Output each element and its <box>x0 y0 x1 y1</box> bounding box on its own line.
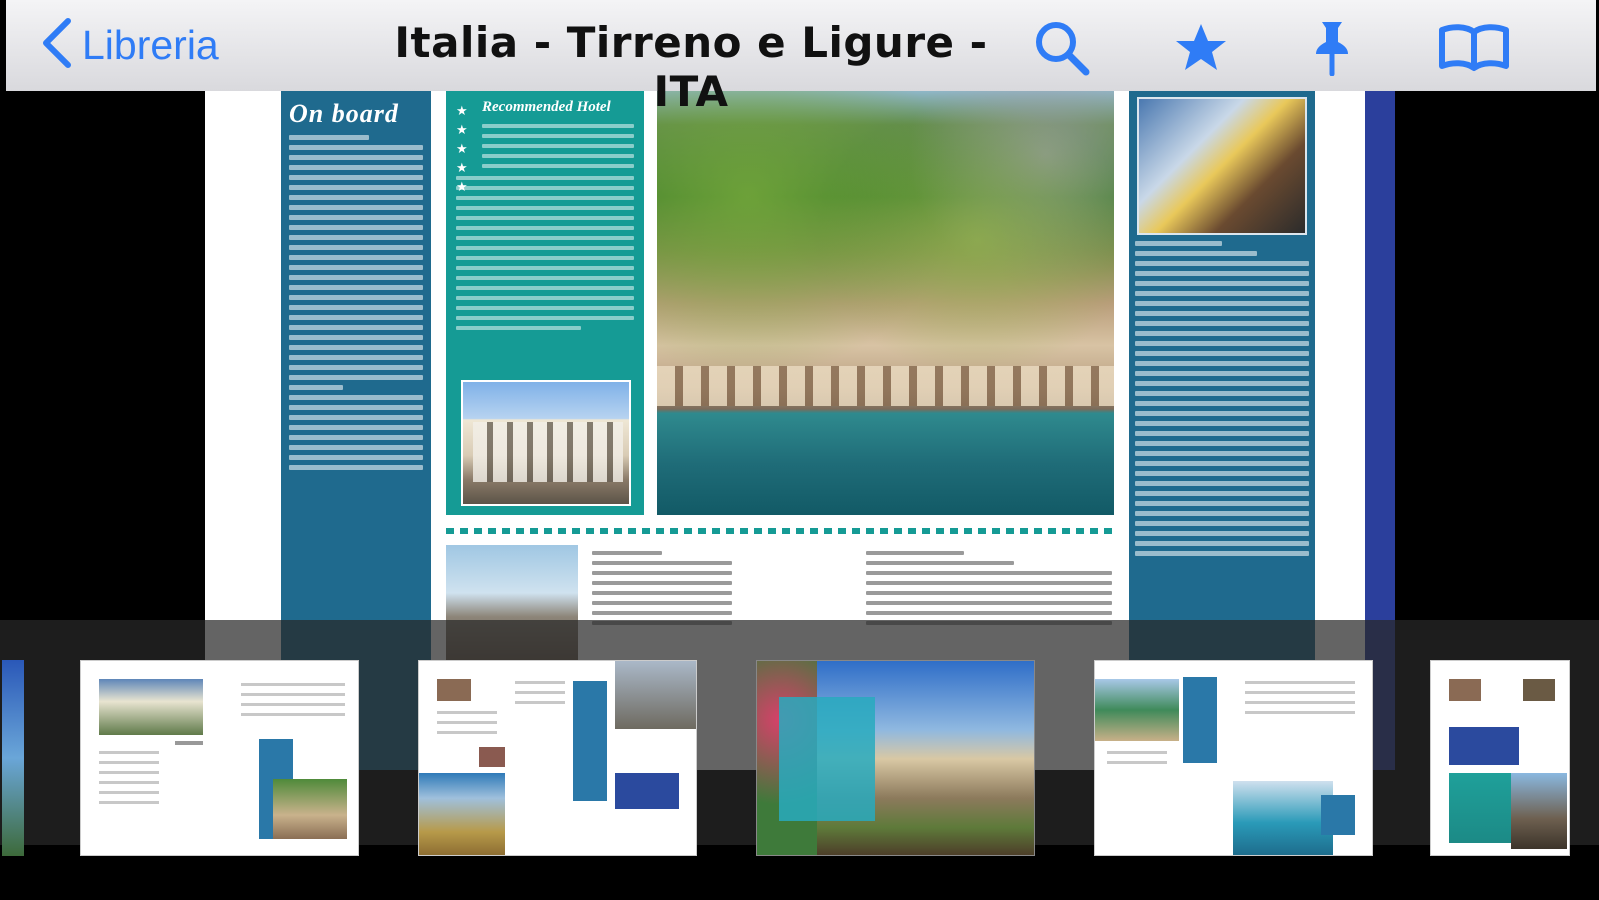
thumbnail-page[interactable] <box>80 660 359 856</box>
thumbnail-page[interactable] <box>1094 660 1373 856</box>
star-icon[interactable] <box>1171 18 1231 76</box>
back-button[interactable]: Libreria <box>40 17 219 74</box>
pin-icon[interactable] <box>1302 18 1362 77</box>
top-navigation-bar: Libreria Italia - Tirreno e Ligure - ITA <box>6 0 1596 116</box>
ceramics-photo <box>1137 97 1307 235</box>
thumbnail-page[interactable] <box>1430 660 1570 856</box>
thumbnail-page-selected[interactable] <box>756 660 1035 856</box>
recommended-hotel-text <box>482 124 634 168</box>
book-icon[interactable] <box>1436 18 1512 76</box>
chevron-left-icon <box>40 17 74 74</box>
onboard-text <box>289 135 423 470</box>
thumbnail-page[interactable] <box>418 660 697 856</box>
thumbnail-partial-left[interactable] <box>2 660 24 856</box>
search-icon[interactable] <box>1032 18 1092 76</box>
article-text-column-1 <box>592 545 732 631</box>
page-title: Italia - Tirreno e Ligure - ITA <box>394 18 988 116</box>
reader-app: On board ★ ★ ★ ★ ★ Recommended Hotel Lib… <box>0 0 1599 900</box>
amalfi-coast-photo <box>657 91 1114 515</box>
article-text-column-2 <box>866 545 1112 631</box>
dashed-divider <box>446 528 1114 534</box>
hotel-photo <box>461 380 631 506</box>
back-button-label: Libreria <box>82 21 219 68</box>
